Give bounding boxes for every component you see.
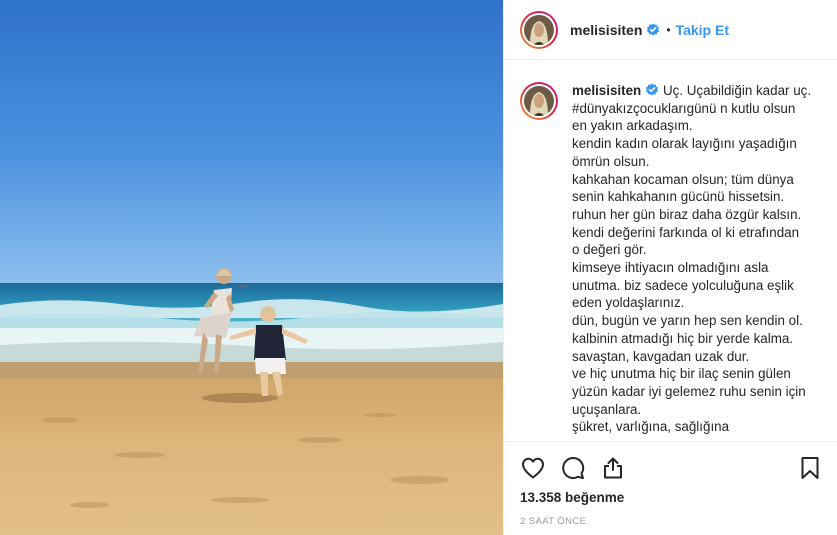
caption-first-line: melisisiten Uç. Uçabildiğin kadar uç. [572,82,821,100]
follow-button[interactable]: Takip Et [676,22,729,38]
caption-line: kimseye ihtiyacın olmadığını asla [572,260,769,276]
verified-badge-icon [647,23,660,35]
beach-photo [0,0,503,535]
heart-icon[interactable] [520,455,546,481]
share-icon[interactable] [600,455,626,481]
comment-icon[interactable] [560,455,586,481]
caption-avatar-image [524,86,554,116]
caption-line: en yakın arkadaşım. [572,118,693,134]
caption-line: kahkahan kocaman olsun; tüm dünya [572,171,794,187]
caption-line: kendi değerini farkında ol ki etrafından [572,224,800,240]
caption-hashtag[interactable]: #dünyakızçocuklarıgünü n kutlu olsun [572,100,821,118]
avatar-image [524,14,554,45]
caption-line: eden yoldaşlarınız. [572,295,685,311]
like-count[interactable]: 13.358 beğenme [520,490,624,505]
caption-line: ruhun her gün biraz daha özgür kalsın. [572,206,802,222]
caption-line: kalbinin atmadığı hiç bir yerde kalma. [572,330,794,346]
caption-line: kendin kadın olarak layığını yaşadığın [572,136,797,152]
caption-line: Uç. Uçabildiğin kadar uç. [662,83,812,98]
caption-username[interactable]: melisisiten [572,83,641,98]
bookmark-icon[interactable] [797,455,823,481]
action-bar [504,441,837,494]
caption-line: yüzün kadar iyi gelemez ruhu senin için [572,383,806,399]
caption-area: melisisiten Uç. Uçabildiğin kadar uç. #d… [504,60,837,441]
post-header: melisisiten • Takip Et [504,0,837,60]
caption-line: unutma. biz sadece yolculuğuna eşlik [572,277,794,293]
post-side-panel: melisisiten • Takip Et melisisiten Uç. U… [503,0,837,535]
caption-avatar[interactable] [520,82,558,120]
username[interactable]: melisisiten [570,22,642,38]
caption-line: savaştan, kavgadan uzak dur. [572,348,750,364]
verified-badge-icon [646,83,659,96]
caption-line: uçuşanlara. [572,401,642,417]
caption-line: ve hiç unutma hiç bir ilaç senin gülen [572,366,791,382]
caption-line: şükret, varlığına, sağlığına [572,419,730,435]
caption-line: o değeri gör. [572,242,647,258]
avatar-portrait-icon [524,86,554,116]
caption-text: melisisiten Uç. Uçabildiğin kadar uç. #d… [572,82,821,441]
caption-line: senin kahkahanın gücünü hissetsin. [572,189,785,205]
header-separator: • [666,22,671,37]
post-timestamp[interactable]: 2 SAAT ÖNCE [520,516,586,527]
instagram-post: melisisiten • Takip Et melisisiten Uç. U… [0,0,837,535]
caption-line: dün, bugün ve yarın hep sen kendin ol. [572,313,803,329]
avatar[interactable] [520,10,558,49]
avatar-portrait-icon [524,14,554,45]
caption-line: ömrün olsun. [572,153,650,169]
post-photo[interactable] [0,0,503,535]
